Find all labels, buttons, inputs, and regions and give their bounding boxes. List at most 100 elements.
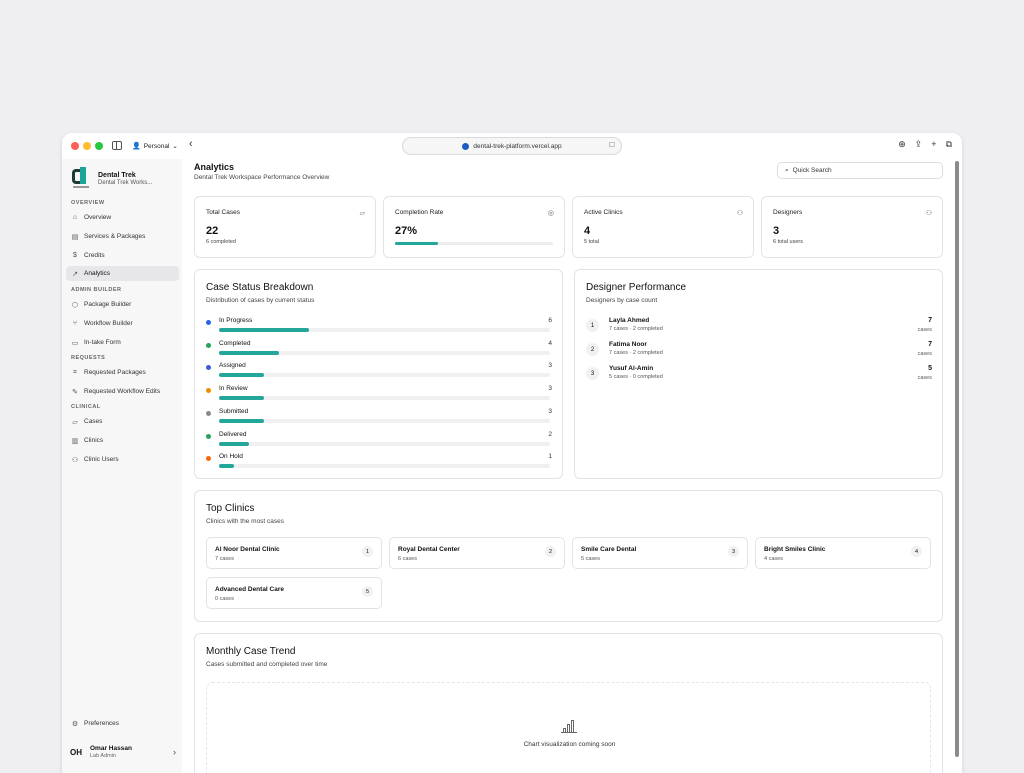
user-name: Omar Hassan	[90, 745, 132, 752]
download-icon[interactable]: ⊕	[898, 139, 906, 150]
completion-progress-bar	[395, 242, 553, 245]
clinic-name: Smile Care Dental	[581, 546, 637, 553]
sidebar-item-label: Analytics	[84, 270, 111, 277]
site-favicon-icon	[462, 142, 470, 150]
status-bar-fill	[219, 373, 265, 378]
sidebar-item-overview[interactable]: ⌂ Overview	[66, 210, 179, 225]
card-title: Monthly Case Trend	[206, 646, 296, 657]
rank-badge: 2	[586, 343, 599, 356]
stat-value: 22	[206, 225, 219, 237]
stat-card-completion-rate: Completion Rate ◎ 27%	[383, 196, 565, 258]
sidebar-item-intake-form[interactable]: ▭ In-take Form	[66, 335, 179, 350]
status-bar-track	[219, 396, 550, 401]
chart-placeholder: Chart visualization coming soon	[206, 682, 931, 773]
stat-sub: 6 total users	[773, 239, 803, 245]
clinic-name: Advanced Dental Care	[215, 586, 284, 593]
clinic-card[interactable]: Smile Care Dental 5 cases 3	[572, 537, 748, 569]
status-label: Completed	[219, 339, 251, 347]
trend-icon: ↗	[72, 270, 78, 278]
top-clinics-card: Top Clinics Clinics with the most cases …	[194, 490, 943, 622]
sidebar-item-cases[interactable]: ▱ Cases	[66, 414, 179, 429]
stat-card-active-clinics: Active Clinics ⚇ 4 5 total	[572, 196, 754, 258]
sidebar-item-label: Workflow Builder	[84, 320, 133, 327]
workspace-name: Dental Trek Works...	[98, 180, 153, 186]
clinic-rank-badge: 1	[362, 546, 373, 557]
form-icon: ▭	[71, 339, 79, 347]
close-window-button[interactable]	[71, 142, 79, 150]
designer-name: Fatima Noor	[609, 341, 647, 348]
clinic-card[interactable]: Bright Smiles Clinic 4 cases 4	[755, 537, 931, 569]
designer-case-unit: cases	[917, 327, 932, 333]
status-bar-fill	[219, 328, 310, 332]
card-title: Designer Performance	[586, 282, 687, 293]
sidebar-item-analytics[interactable]: ↗ Analytics	[66, 266, 179, 281]
back-button[interactable]: ‹	[189, 138, 193, 150]
status-label: On Hold	[219, 453, 243, 461]
designer-row[interactable]: 3 Yusuf Al-Amin 5 cases · 0 completed 5 case…	[586, 365, 932, 385]
sidebar-item-requested-workflow-edits[interactable]: ✎ Requested Workflow Edits	[66, 384, 179, 399]
monthly-trend-card: Monthly Case Trend Cases submitted and c…	[194, 633, 943, 773]
status-bar-track	[219, 441, 550, 446]
folder-icon: ▱	[72, 418, 78, 426]
quick-search-input[interactable]: ⌕ Quick Search	[777, 162, 943, 179]
new-tab-icon[interactable]: +	[931, 139, 936, 150]
designer-row[interactable]: 1 Layla Ahmed 7 cases · 2 completed 7 cases	[586, 317, 932, 337]
clinic-card[interactable]: Al Noor Dental Clinic 7 cases 1	[206, 537, 382, 569]
tab-overview-icon[interactable]: ⧉	[946, 139, 952, 150]
status-bar-fill	[219, 396, 265, 401]
status-dot-icon	[206, 365, 211, 371]
stat-sub: 5 total	[584, 239, 599, 245]
sidebar-item-package-builder[interactable]: ⬡ Package Builder	[66, 297, 179, 312]
nav-section-overview: OVERVIEW	[71, 200, 105, 206]
share-icon[interactable]: ⇪	[915, 139, 923, 150]
profile-switcher[interactable]: 👤 Personal ⌄	[132, 139, 178, 153]
status-row: In Progress 6	[206, 317, 552, 335]
status-label: Submitted	[219, 407, 249, 415]
clinic-cases: 5 cases	[581, 556, 600, 562]
profile-label: Personal	[143, 142, 170, 150]
clinic-card[interactable]: Royal Dental Center 6 cases 2	[389, 537, 565, 569]
clinic-name: Royal Dental Center	[398, 546, 460, 553]
address-bar[interactable]: dental-trek-platform.vercel.app ☐	[403, 138, 621, 154]
clinic-card[interactable]: Advanced Dental Care 0 cases 5	[206, 577, 382, 609]
stat-value: 27%	[395, 225, 418, 237]
toolbar-right: ⊕ ⇪ + ⧉	[898, 139, 952, 150]
sidebar-item-credits[interactable]: $ Credits	[66, 248, 179, 263]
sidebar-item-requested-packages[interactable]: ⌗ Requested Packages	[66, 365, 179, 380]
clinic-cases: 0 cases	[215, 596, 234, 602]
card-subtitle: Cases submitted and completed over time	[206, 661, 328, 668]
scrollbar-thumb[interactable]	[955, 161, 959, 757]
status-row: On Hold 1	[206, 453, 552, 471]
reader-mode-icon[interactable]: ☐	[609, 141, 615, 149]
sidebar-item-services-packages[interactable]: ▤ Services & Packages	[66, 229, 179, 244]
sidebar-item-preferences[interactable]: ⚙ Preferences	[66, 716, 179, 731]
sidebar-item-label: Requested Workflow Edits	[84, 388, 161, 395]
sidebar-item-clinic-users[interactable]: ⚇ Clinic Users	[66, 452, 179, 467]
clinic-rank-badge: 3	[728, 546, 739, 557]
sidebar-toggle-icon[interactable]	[112, 141, 122, 150]
user-menu[interactable]: OH Omar Hassan Lab Admin ›	[70, 745, 176, 759]
nav-section-clinical: CLINICAL	[71, 404, 101, 410]
status-dot-icon	[206, 342, 211, 348]
sidebar-item-workflow-builder[interactable]: ⑂ Workflow Builder	[66, 316, 179, 331]
sidebar-item-clinics[interactable]: ▥ Clinics	[66, 433, 179, 448]
status-row: In Review 3	[206, 385, 552, 403]
main-scrollbar[interactable]	[955, 159, 960, 759]
status-count: 3	[548, 362, 552, 370]
designer-row[interactable]: 2 Fatima Noor 7 cases · 2 completed 7 cases	[586, 341, 932, 361]
user-role: Lab Admin	[90, 753, 116, 759]
nav-section-admin-builder: ADMIN BUILDER	[71, 287, 122, 293]
card-title: Case Status Breakdown	[206, 282, 314, 293]
status-row: Submitted 3	[206, 408, 552, 426]
maximize-window-button[interactable]	[95, 142, 103, 150]
designer-case-count: 7	[928, 317, 932, 324]
status-count: 1	[548, 453, 552, 461]
designer-name: Layla Ahmed	[609, 317, 650, 324]
brand[interactable]: Dental Trek Dental Trek Works...	[70, 167, 152, 191]
minimize-window-button[interactable]	[83, 142, 91, 150]
edit-icon: ✎	[72, 388, 78, 396]
sidebar-item-label: Cases	[84, 418, 103, 425]
sidebar-item-label: Credits	[84, 252, 105, 259]
stat-sub: 6 completed	[206, 239, 236, 245]
brand-name: Dental Trek	[98, 172, 136, 179]
